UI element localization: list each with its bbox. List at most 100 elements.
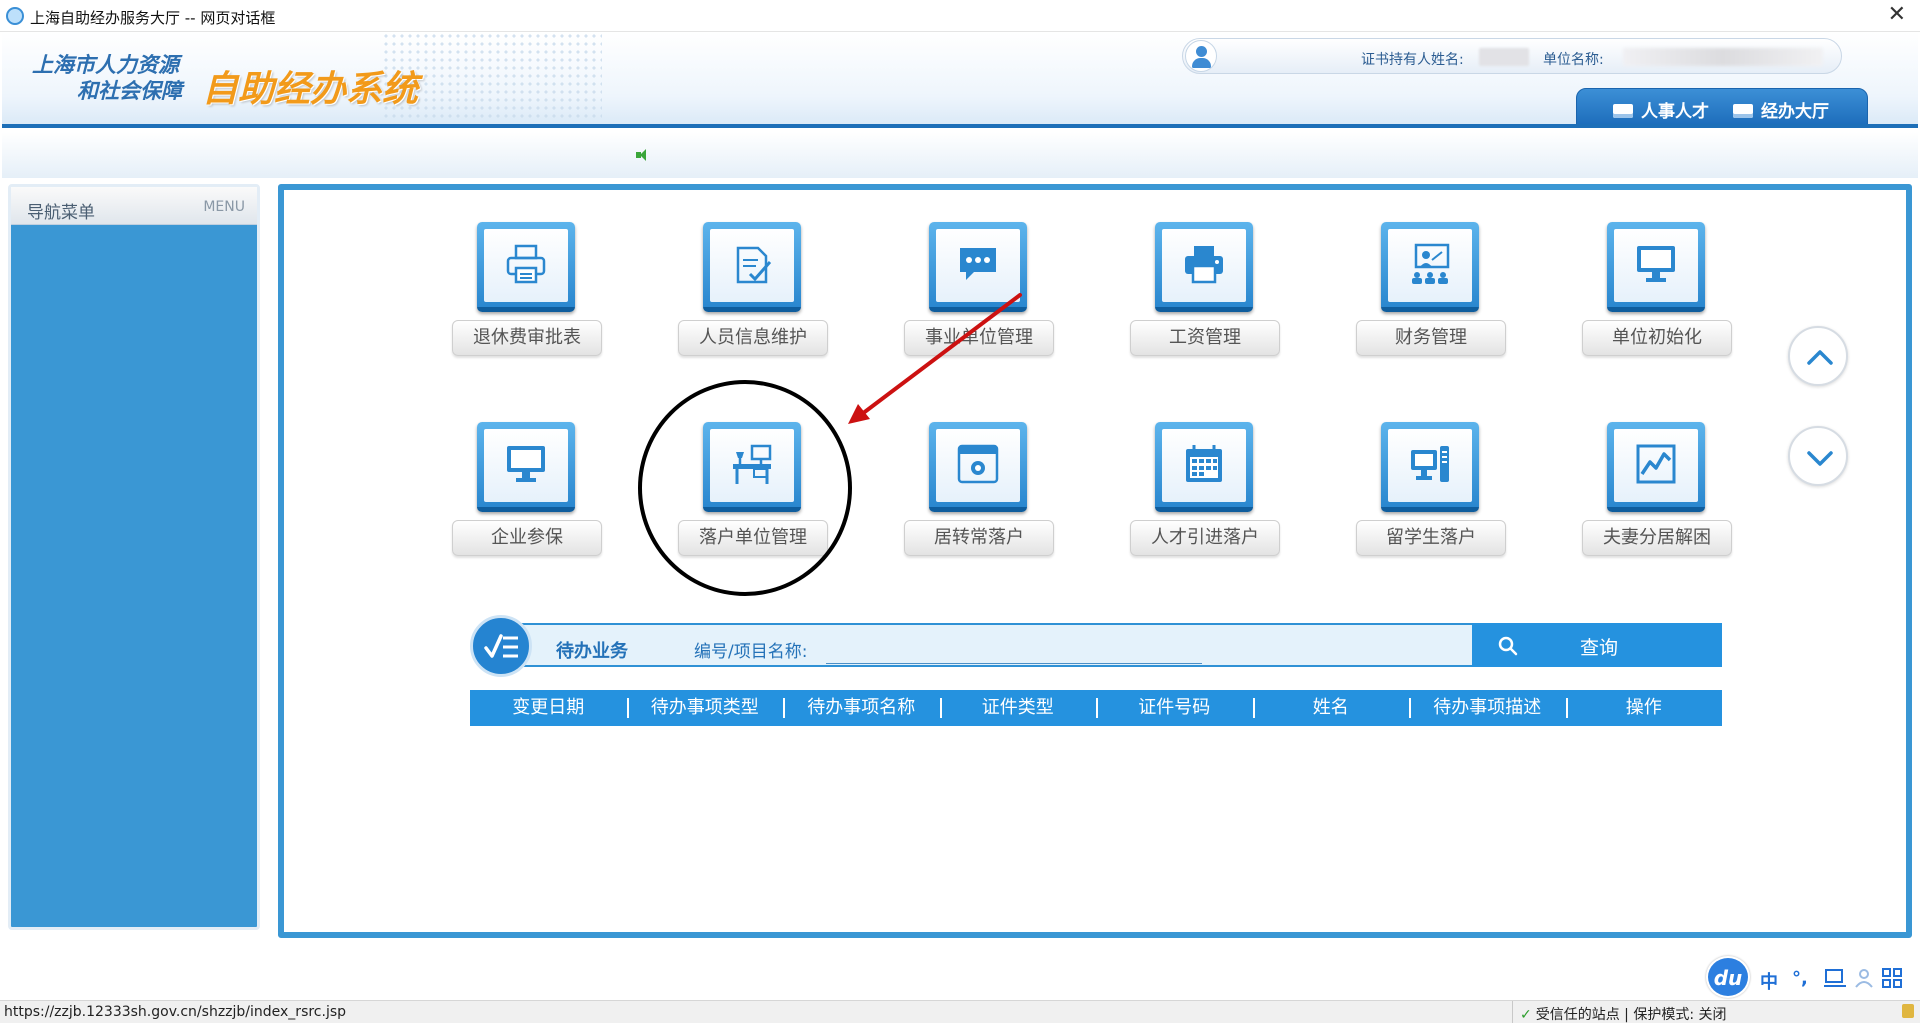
printer-icon [1185, 246, 1223, 284]
scroll-up-button[interactable] [1788, 326, 1848, 386]
tile-label: 人才引进落户 [1130, 520, 1280, 556]
pending-table-header: 变更日期 待办事项类型 待办事项名称 证件类型 证件号码 姓名 待办事项描述 操… [470, 690, 1722, 726]
printer-icon [506, 244, 546, 284]
tab-personnel[interactable]: 人事人才 [1613, 97, 1709, 122]
check-icon: ✓ [1520, 1007, 1532, 1023]
window-titlebar: 上海自助经办服务大厅 -- 网页对话框 ✕ [0, 0, 1920, 32]
scroll-down-button[interactable] [1788, 426, 1848, 486]
ime-chinese-mode[interactable]: 中 [1760, 968, 1778, 994]
tile-label: 落户单位管理 [678, 520, 828, 556]
hall-icon [1733, 104, 1753, 118]
sidebar-menu-tag: MENU [203, 199, 245, 215]
user-info-bar: 证书持有人姓名: 单位名称: [1182, 38, 1842, 74]
line-chart-icon [1636, 444, 1676, 484]
chat-bubble-icon [960, 248, 996, 280]
tile-label: 人员信息维护 [678, 320, 828, 356]
monitor-icon [507, 446, 545, 482]
status-divider [1512, 1001, 1513, 1023]
tile-overseas-student-settlement[interactable]: 留学生落户 [1356, 422, 1506, 562]
unit-name-redacted [1623, 48, 1823, 66]
column-header[interactable]: 证件号码 [1096, 690, 1253, 726]
column-header[interactable]: 操作 [1565, 690, 1723, 726]
trusted-site-text: 受信任的站点 | 保护模式: 关闭 [1535, 1007, 1727, 1023]
column-header[interactable]: 证件类型 [939, 690, 1097, 726]
document-check-icon [736, 246, 772, 284]
user-avatar-icon [1185, 40, 1217, 72]
browser-gear-icon [957, 444, 999, 484]
tile-talent-settlement[interactable]: 人才引进落户 [1130, 422, 1280, 562]
sidebar-header: 导航菜单 MENU [11, 187, 257, 225]
header-nav-tabs: 人事人才 经办大厅 [1576, 88, 1868, 124]
ime-punctuation-toggle[interactable]: °, [1792, 968, 1808, 989]
tile-label: 居转常落户 [904, 520, 1054, 556]
personnel-icon [1613, 104, 1633, 118]
holder-name-redacted [1479, 48, 1529, 66]
pending-badge [470, 615, 532, 677]
chevron-down-icon [1807, 451, 1833, 466]
tile-residence-conversion[interactable]: 居转常落户 [904, 422, 1054, 562]
search-button[interactable]: 查询 [1472, 623, 1722, 667]
ime-keyboard-icon[interactable] [1824, 968, 1846, 988]
calendar-icon [1186, 445, 1222, 482]
query-label: 编号/项目名称: [694, 642, 808, 662]
speaker-icon[interactable] [636, 149, 650, 161]
column-header[interactable]: 变更日期 [470, 690, 627, 726]
pending-tasks-panel: 待办业务 编号/项目名称: 查询 [470, 612, 1722, 677]
tab-personnel-label: 人事人才 [1641, 102, 1709, 122]
monitor-icon [1637, 246, 1675, 282]
tile-label: 留学生落户 [1356, 520, 1506, 556]
tile-label: 退休费审批表 [452, 320, 602, 356]
tile-label: 财务管理 [1356, 320, 1506, 356]
logo-line-1: 上海市人力资源 [32, 52, 179, 77]
holder-name-label: 证书持有人姓名: [1361, 52, 1464, 68]
lock-icon [1902, 1004, 1914, 1018]
ime-toolbar: du 中 °, [1702, 956, 1920, 998]
tile-finance-management[interactable]: 财务管理 [1356, 222, 1506, 362]
tile-settlement-unit[interactable]: 落户单位管理 [678, 422, 828, 562]
status-url: https://zzjb.12333sh.gov.cn/shzzjb/index… [4, 1004, 347, 1020]
pending-title: 待办业务 [556, 641, 628, 662]
window-title: 上海自助经办服务大厅 -- 网页对话框 [30, 9, 276, 27]
system-name: 自助经办系统 [202, 69, 419, 110]
column-header[interactable]: 待办事项类型 [626, 690, 784, 726]
tile-couple-separation-relief[interactable]: 夫妻分居解困 [1582, 422, 1732, 562]
tile-unit-initialization[interactable]: 单位初始化 [1582, 222, 1732, 362]
tile-label: 夫妻分居解困 [1582, 520, 1732, 556]
tile-wage-management[interactable]: 工资管理 [1130, 222, 1280, 362]
tile-label: 工资管理 [1130, 320, 1280, 356]
tab-service-hall[interactable]: 经办大厅 [1733, 97, 1829, 122]
ime-user-icon[interactable] [1854, 968, 1874, 988]
search-button-label: 查询 [1580, 637, 1619, 659]
logo-line-2: 和社会保障 [77, 78, 182, 103]
tile-public-institution[interactable]: 事业单位管理 [904, 222, 1054, 362]
tile-label: 单位初始化 [1582, 320, 1732, 356]
close-icon[interactable]: ✕ [1888, 2, 1906, 27]
computer-tower-icon [1411, 446, 1449, 482]
ime-grid-icon[interactable] [1882, 968, 1902, 988]
nav-sidebar: 导航菜单 MENU [8, 184, 260, 930]
site-logo: 上海市人力资源 和社会保障 自助经办系统 [32, 52, 418, 110]
tile-label: 事业单位管理 [904, 320, 1054, 356]
tile-enterprise-insurance[interactable]: 企业参保 [452, 422, 602, 562]
site-header: 上海市人力资源 和社会保障 自助经办系统 证书持有人姓名: 单位名称: 人事人才… [2, 32, 1918, 128]
presentation-icon [1412, 243, 1450, 284]
status-bar: https://zzjb.12333sh.gov.cn/shzzjb/index… [0, 1000, 1920, 1023]
trusted-site-status[interactable]: ✓ 受信任的站点 | 保护模式: 关闭 [1520, 1004, 1727, 1023]
ie-page-icon [6, 7, 24, 25]
desk-icon [733, 444, 772, 484]
query-input[interactable] [826, 628, 1202, 664]
chevron-up-icon [1807, 350, 1833, 365]
unit-name-label: 单位名称: [1543, 52, 1604, 68]
column-header[interactable]: 待办事项描述 [1409, 690, 1566, 726]
notice-bar [2, 132, 1918, 178]
column-header[interactable]: 待办事项名称 [783, 690, 940, 726]
tile-personnel-info[interactable]: 人员信息维护 [678, 222, 828, 362]
checklist-icon [484, 634, 518, 658]
tab-service-hall-label: 经办大厅 [1761, 102, 1829, 122]
sidebar-title: 导航菜单 [27, 203, 95, 223]
tile-label: 企业参保 [452, 520, 602, 556]
column-header[interactable]: 姓名 [1252, 690, 1410, 726]
baidu-ime-icon[interactable]: du [1706, 956, 1750, 998]
tile-retirement-approval[interactable]: 退休费审批表 [452, 222, 602, 362]
search-icon [1498, 636, 1518, 656]
